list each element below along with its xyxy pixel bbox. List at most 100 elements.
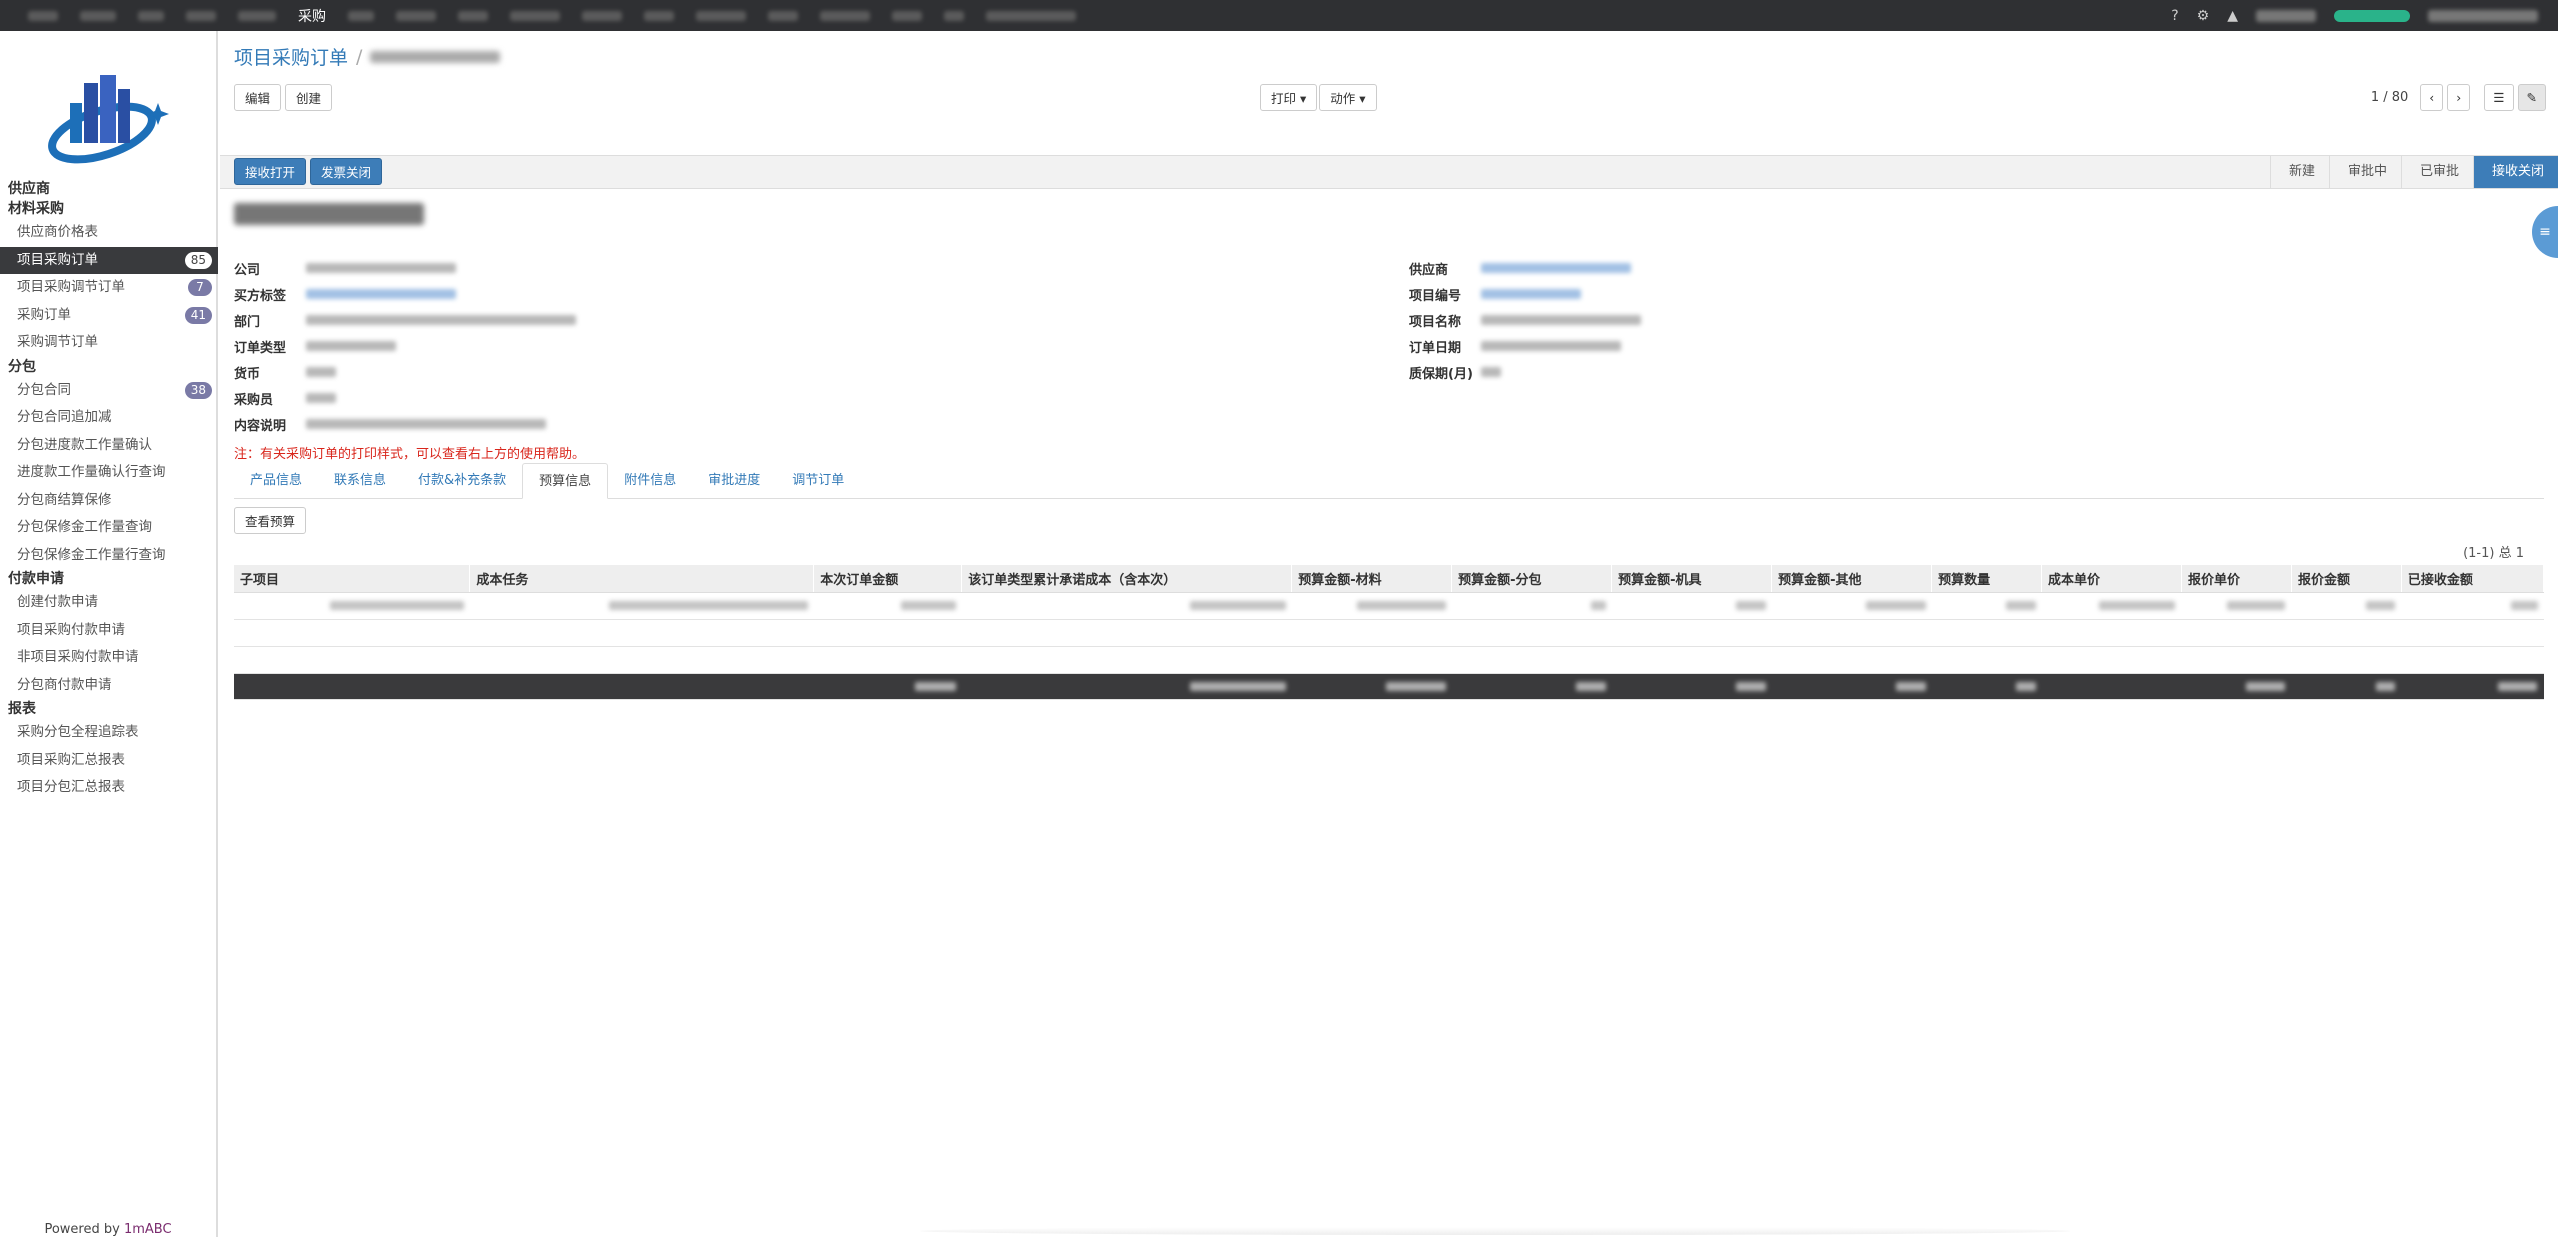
sidebar-item[interactable]: 分包进度款工作量确认 — [0, 432, 218, 460]
print-dropdown[interactable]: 打印 ▾ — [1260, 84, 1318, 111]
menu-item-redacted[interactable] — [582, 10, 622, 21]
field-value-redacted[interactable] — [306, 367, 336, 377]
sidebar-item[interactable]: 分包合同追加减 — [0, 404, 218, 432]
edit-button[interactable]: 编辑 — [234, 84, 282, 111]
column-header[interactable]: 报价金额 — [2291, 565, 2402, 593]
tab-item[interactable]: 调节订单 — [776, 463, 860, 499]
field-value-redacted[interactable] — [1481, 367, 1501, 377]
sidebar-item[interactable]: 采购调节订单 — [0, 329, 218, 357]
stage-item[interactable]: 接收关闭 — [2472, 156, 2558, 188]
menu-item-redacted[interactable] — [458, 10, 488, 21]
menu-item-redacted[interactable] — [186, 10, 216, 21]
field-label: 供应商 — [1409, 262, 1449, 278]
sidebar-item[interactable]: 采购订单 41 — [0, 302, 218, 330]
breadcrumb-root[interactable]: 项目采购订单 — [234, 43, 348, 70]
column-header[interactable]: 成本任务 — [469, 565, 815, 593]
sidebar-item[interactable]: 项目采购汇总报表 — [0, 747, 218, 775]
field-value-redacted[interactable] — [1481, 289, 1581, 299]
sidebar-item[interactable]: 项目采购付款申请 — [0, 617, 218, 645]
tab-item[interactable]: 附件信息 — [608, 463, 692, 499]
sidebar-item[interactable]: 非项目采购付款申请 — [0, 644, 218, 672]
menu-item-purchase[interactable]: 采购 — [298, 6, 326, 26]
field-value-redacted[interactable] — [1481, 315, 1641, 325]
tab-item[interactable]: 联系信息 — [318, 463, 402, 499]
menu-item-redacted[interactable] — [348, 10, 374, 21]
account-menu-redacted[interactable] — [2428, 9, 2538, 22]
menu-item-redacted[interactable] — [28, 10, 58, 21]
user-name-redacted[interactable] — [2256, 9, 2316, 22]
sidebar-item[interactable]: 分包保修金工作量行查询 — [0, 542, 218, 570]
menu-item-redacted[interactable] — [510, 10, 560, 21]
menu-item-redacted[interactable] — [820, 10, 870, 21]
field-value-redacted[interactable] — [1481, 263, 1631, 273]
menu-item-redacted[interactable] — [944, 10, 964, 21]
column-header[interactable]: 预算金额-分包 — [1451, 565, 1613, 593]
field-value-redacted[interactable] — [306, 289, 456, 299]
form-view-button[interactable]: ✎ — [2517, 84, 2546, 111]
sidebar-item[interactable]: 分包商结算保修 — [0, 487, 218, 515]
action-dropdown[interactable]: 动作 ▾ — [1319, 84, 1377, 111]
column-header[interactable]: 该订单类型累计承诺成本（含本次） — [961, 565, 1293, 593]
sidebar-group-header: 供应商 — [8, 181, 50, 197]
help-icon[interactable]: ? — [2171, 8, 2178, 24]
tab-item[interactable]: 审批进度 — [692, 463, 776, 499]
field-value-redacted[interactable] — [306, 315, 576, 325]
column-header[interactable]: 预算数量 — [1931, 565, 2043, 593]
create-button[interactable]: 创建 — [285, 84, 333, 111]
next-record-button[interactable]: › — [2447, 84, 2471, 111]
stage-item[interactable]: 已审批 — [2400, 156, 2473, 188]
bell-icon[interactable]: ▲ — [2227, 8, 2238, 24]
description-value-redacted[interactable] — [306, 419, 546, 429]
budget-table: 子项目 成本任务 本次订单金额 该订单类型累计承诺成本（含本次） 预算金额-材料 预算金额… — [234, 565, 2545, 700]
tab-item[interactable]: 产品信息 — [234, 463, 318, 499]
field-value-redacted[interactable] — [306, 393, 336, 403]
tab-item[interactable]: 付款&补充条款 — [402, 463, 522, 499]
sidebar-item[interactable]: 分包合同 38 — [0, 377, 218, 405]
list-view-button[interactable]: ☰ — [2484, 84, 2514, 111]
column-header[interactable]: 预算金额-其他 — [1771, 565, 1933, 593]
column-header[interactable]: 预算金额-机具 — [1611, 565, 1773, 593]
menu-item-redacted[interactable] — [892, 10, 922, 21]
prev-record-button[interactable]: ‹ — [2420, 84, 2444, 111]
form-field: 质保期(月) — [1409, 359, 1641, 385]
menu-item-redacted[interactable] — [986, 10, 1076, 21]
menu-item-redacted[interactable] — [396, 10, 436, 21]
table-row[interactable] — [234, 619, 2544, 647]
sidebar-item[interactable]: 进度款工作量确认行查询 — [0, 459, 218, 487]
sidebar-item[interactable]: 项目采购调节订单 7 — [0, 274, 218, 302]
column-header[interactable]: 本次订单金额 — [813, 565, 963, 593]
sidebar-item[interactable]: 分包商付款申请 — [0, 672, 218, 700]
menu-item-redacted[interactable] — [696, 10, 746, 21]
menu-item-redacted[interactable] — [80, 10, 116, 21]
menu-item-redacted[interactable] — [644, 10, 674, 21]
receive-open-button[interactable]: 接收打开 — [234, 158, 307, 185]
field-value-redacted[interactable] — [1481, 341, 1621, 351]
view-budget-button[interactable]: 查看预算 — [234, 507, 307, 534]
column-header[interactable]: 报价单价 — [2181, 565, 2292, 593]
gear-icon[interactable]: ⚙ — [2197, 8, 2210, 24]
menu-item-redacted[interactable] — [768, 10, 798, 21]
stage-item[interactable]: 审批中 — [2328, 156, 2401, 188]
sidebar-item[interactable]: 项目分包汇总报表 — [0, 774, 218, 802]
table-row[interactable] — [234, 592, 2544, 620]
sidebar-item[interactable]: 创建付款申请 — [0, 589, 218, 617]
sidebar-item[interactable]: 分包保修金工作量查询 — [0, 514, 218, 542]
powered-by-brand[interactable]: 1mABC — [124, 1222, 172, 1237]
menu-item-redacted[interactable] — [238, 10, 276, 21]
stage-item[interactable]: 新建 — [2269, 156, 2329, 188]
table-row[interactable] — [234, 646, 2544, 674]
sidebar-item[interactable]: 项目采购订单 85 — [0, 246, 218, 274]
column-header[interactable]: 成本单价 — [2041, 565, 2182, 593]
field-value-redacted[interactable] — [306, 263, 456, 273]
field-value-redacted[interactable] — [306, 341, 396, 351]
column-header[interactable]: 已接收金额 — [2401, 565, 2545, 593]
column-header[interactable]: 预算金额-材料 — [1291, 565, 1453, 593]
column-header[interactable]: 子项目 — [234, 565, 471, 593]
sidebar-item[interactable]: 采购分包全程追踪表 — [0, 719, 218, 747]
cell-value-redacted — [914, 681, 956, 691]
menu-item-redacted[interactable] — [138, 10, 164, 21]
tab-item[interactable]: 预算信息 — [522, 463, 609, 499]
pager-value[interactable]: 1 / 80 — [2371, 90, 2408, 105]
sidebar-item[interactable]: 供应商价格表 — [0, 219, 218, 247]
invoice-close-button[interactable]: 发票关闭 — [310, 158, 383, 185]
